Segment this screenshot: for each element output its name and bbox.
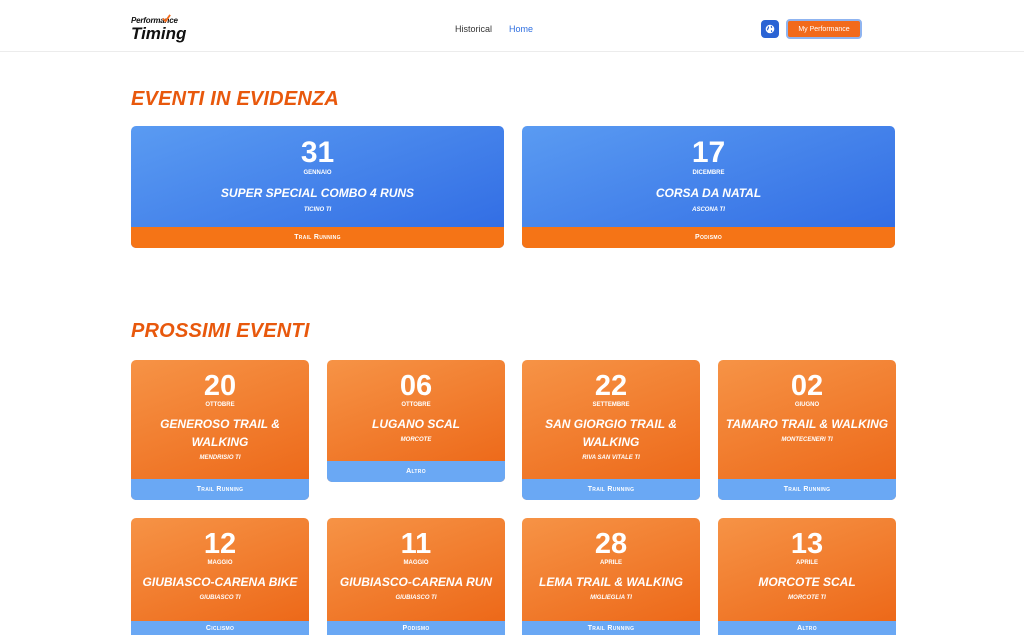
- event-location: Giubiasco TI: [199, 595, 241, 601]
- event-day: 28: [594, 528, 628, 560]
- featured-event-card[interactable]: 31 Gennaio Super Special Combo 4 Runs Ti…: [131, 126, 504, 248]
- my-performance-button[interactable]: My Performance: [786, 19, 862, 39]
- event-month: Maggio: [403, 560, 429, 566]
- event-category: Trail Running: [522, 621, 700, 635]
- event-name: Lugano Scal: [372, 417, 460, 431]
- upcoming-event-card[interactable]: 06 Ottobre Lugano Scal Morcote Altro: [327, 360, 505, 482]
- event-day: 31: [300, 136, 335, 169]
- event-day: 06: [399, 370, 433, 402]
- event-month: Ottobre: [205, 402, 235, 408]
- event-month: Dicembre: [692, 170, 725, 176]
- featured-section-title: EVENTI IN EVIDENZA: [131, 88, 340, 110]
- checkmark-icon: [162, 14, 171, 23]
- upcoming-event-card[interactable]: 28 Aprile Lema Trail & Walking Migliegli…: [522, 518, 700, 635]
- event-location: Miglieglia TI: [590, 595, 632, 601]
- upcoming-event-card[interactable]: 22 Settembre San Giorgio Trail & Walking…: [522, 360, 700, 500]
- event-name: Lema Trail & Walking: [539, 575, 683, 589]
- upcoming-event-card[interactable]: 20 Ottobre Generoso Trail & Walking Mend…: [131, 360, 309, 500]
- event-name: Corsa da Natal: [655, 186, 762, 200]
- event-day: 20: [203, 370, 237, 402]
- nav-historical[interactable]: Historical: [455, 24, 492, 34]
- event-category: Trail Running: [131, 479, 309, 500]
- event-month: Giugno: [794, 402, 820, 408]
- site-logo[interactable]: Performance Timing: [131, 14, 187, 43]
- upcoming-event-card[interactable]: 13 Aprile Morcote Scal Morcote TI Altro: [718, 518, 896, 635]
- event-location: Ticino TI: [303, 207, 332, 213]
- event-category: Trail Running: [131, 227, 504, 248]
- upcoming-section-title: PROSSIMI EVENTI: [131, 320, 310, 342]
- event-month: Aprile: [599, 560, 622, 566]
- top-navbar: Performance Timing Historical Home My Pe…: [0, 0, 1024, 52]
- event-location: Morcote: [400, 437, 432, 443]
- event-month: Ottobre: [401, 402, 431, 408]
- event-name: Generoso Trail & Walking: [160, 417, 280, 449]
- event-name: Giubiasco-Carena Run: [339, 575, 493, 589]
- featured-event-card[interactable]: 17 Dicembre Corsa da Natal Ascona TI Pod…: [522, 126, 895, 248]
- event-day: 02: [790, 370, 824, 402]
- event-category: Trail Running: [522, 479, 700, 500]
- event-location: Morcote TI: [788, 595, 826, 601]
- upcoming-event-card[interactable]: 12 Maggio Giubiasco-Carena Bike Giubiasc…: [131, 518, 309, 635]
- event-category: Trail Running: [718, 479, 896, 500]
- event-category: Ciclismo: [131, 621, 309, 635]
- event-name: Morcote Scal: [758, 575, 856, 589]
- language-button[interactable]: [761, 20, 779, 38]
- event-month: Maggio: [207, 560, 233, 566]
- logo-line2: Timing: [131, 24, 187, 43]
- event-day: 22: [594, 370, 628, 402]
- event-location: Riva San Vitale TI: [582, 455, 640, 461]
- event-month: Settembre: [592, 402, 630, 408]
- globe-icon: [765, 24, 775, 34]
- event-name: Giubiasco-Carena Bike: [142, 575, 298, 589]
- event-day: 11: [400, 528, 432, 560]
- event-name: Tamaro Trail & Walking: [725, 417, 889, 431]
- event-day: 17: [691, 136, 726, 169]
- event-name: Super Special Combo 4 Runs: [220, 186, 415, 200]
- event-location: Mendrisio TI: [199, 455, 241, 461]
- event-category: Podismo: [327, 621, 505, 635]
- upcoming-event-card[interactable]: 11 Maggio Giubiasco-Carena Run Giubiasco…: [327, 518, 505, 635]
- event-category: Podismo: [522, 227, 895, 248]
- event-day: 13: [790, 528, 824, 560]
- event-location: Monteceneri TI: [781, 437, 833, 443]
- event-location: Giubiasco TI: [395, 595, 437, 601]
- upcoming-event-card[interactable]: 02 Giugno Tamaro Trail & Walking Montece…: [718, 360, 896, 500]
- event-category: Altro: [718, 621, 896, 635]
- event-category: Altro: [327, 461, 505, 482]
- nav-home[interactable]: Home: [509, 24, 533, 34]
- event-day: 12: [203, 528, 237, 560]
- event-month: Aprile: [795, 560, 818, 566]
- event-location: Ascona TI: [692, 207, 725, 213]
- event-month: Gennaio: [303, 170, 332, 176]
- event-name: San Giorgio Trail & Walking: [545, 417, 677, 449]
